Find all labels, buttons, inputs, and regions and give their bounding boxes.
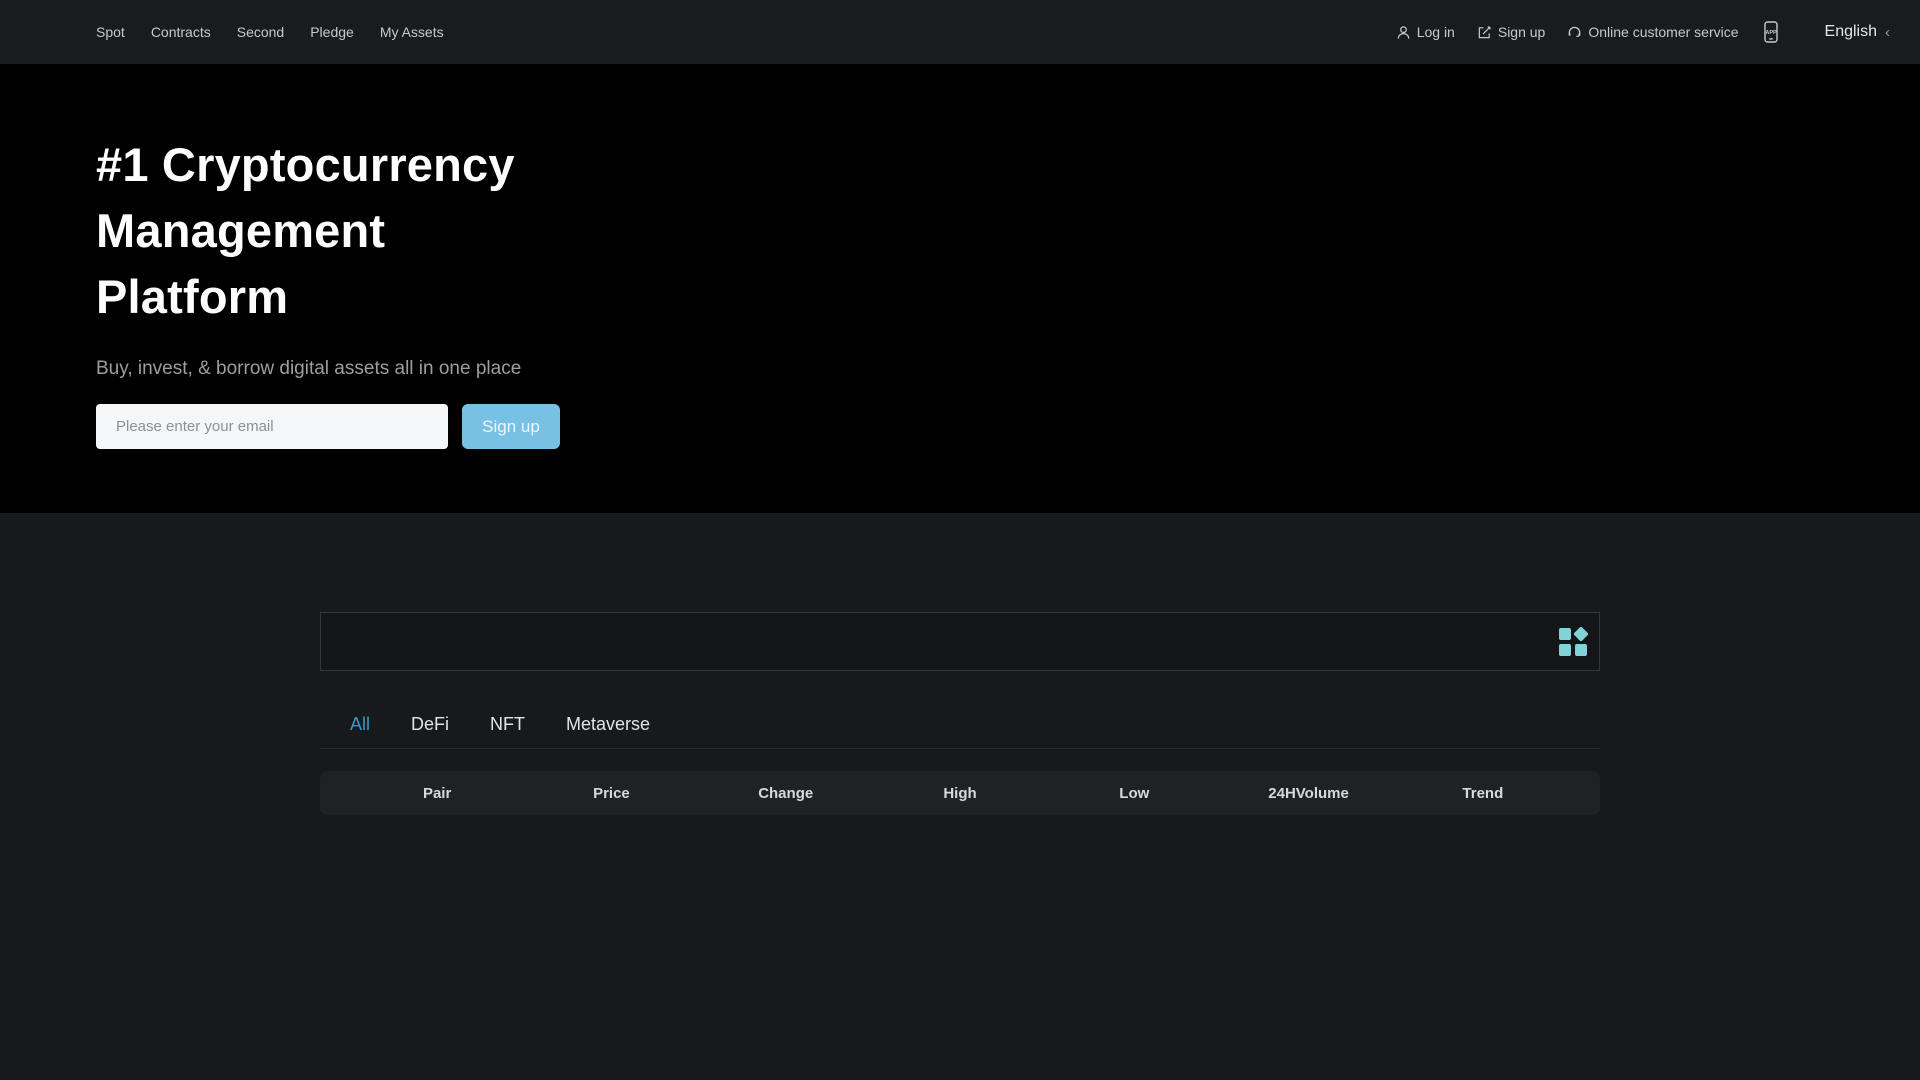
- market-tabs: All DeFi NFT Metaverse: [320, 671, 1600, 749]
- tab-nft[interactable]: NFT: [490, 714, 525, 735]
- headset-icon: [1567, 25, 1582, 40]
- email-signup-form: Sign up: [96, 404, 1920, 449]
- language-selector[interactable]: English ‹: [1825, 23, 1890, 41]
- tab-metaverse[interactable]: Metaverse: [566, 714, 650, 735]
- nav-actions: Log in Sign up Online customer service: [1396, 20, 1890, 44]
- nav-menu: Spot Contracts Second Pledge My Assets: [96, 24, 444, 40]
- market-table-body: [320, 815, 1600, 1075]
- signup-link[interactable]: Sign up: [1477, 24, 1545, 40]
- market-banner: [320, 612, 1600, 671]
- chevron-left-icon: ‹: [1885, 25, 1890, 40]
- hero-subtitle: Buy, invest, & borrow digital assets all…: [96, 358, 1920, 380]
- tab-defi[interactable]: DeFi: [411, 714, 449, 735]
- signup-button[interactable]: Sign up: [462, 404, 560, 449]
- grid-diamond: [1573, 626, 1589, 642]
- user-icon: [1396, 25, 1411, 40]
- column-low: Low: [1047, 785, 1221, 802]
- category-grid-icon[interactable]: [1559, 628, 1587, 656]
- nav-item-contracts[interactable]: Contracts: [151, 24, 211, 40]
- column-24hvolume: 24HVolume: [1221, 785, 1395, 802]
- customer-service-button[interactable]: Online customer service: [1567, 24, 1738, 40]
- tab-all[interactable]: All: [350, 714, 370, 735]
- login-label: Log in: [1417, 24, 1455, 40]
- customer-service-label: Online customer service: [1588, 24, 1738, 40]
- grid-square: [1559, 628, 1571, 640]
- app-download-icon[interactable]: APP: [1761, 20, 1781, 44]
- column-pair: Pair: [350, 785, 524, 802]
- grid-square: [1559, 644, 1571, 656]
- column-high: High: [873, 785, 1047, 802]
- market-section: All DeFi NFT Metaverse Pair Price Change…: [320, 513, 1600, 1075]
- nav-item-pledge[interactable]: Pledge: [310, 24, 354, 40]
- language-label: English: [1825, 23, 1877, 41]
- edit-icon: [1477, 25, 1492, 40]
- email-input[interactable]: [96, 404, 448, 449]
- column-price: Price: [524, 785, 698, 802]
- hero-section: #1 Cryptocurrency Management Platform Bu…: [0, 64, 1920, 513]
- column-change: Change: [699, 785, 873, 802]
- page-title: #1 Cryptocurrency Management Platform: [96, 132, 576, 330]
- nav-item-spot[interactable]: Spot: [96, 24, 125, 40]
- login-button[interactable]: Log in: [1396, 24, 1455, 40]
- nav-item-my-assets[interactable]: My Assets: [380, 24, 444, 40]
- top-navbar: Spot Contracts Second Pledge My Assets L…: [0, 0, 1920, 64]
- svg-text:APP: APP: [1765, 30, 1777, 36]
- signup-label: Sign up: [1498, 24, 1545, 40]
- nav-item-second[interactable]: Second: [237, 24, 284, 40]
- market-table-header: Pair Price Change High Low 24HVolume Tre…: [320, 771, 1600, 815]
- grid-square: [1575, 644, 1587, 656]
- column-trend: Trend: [1396, 785, 1570, 802]
